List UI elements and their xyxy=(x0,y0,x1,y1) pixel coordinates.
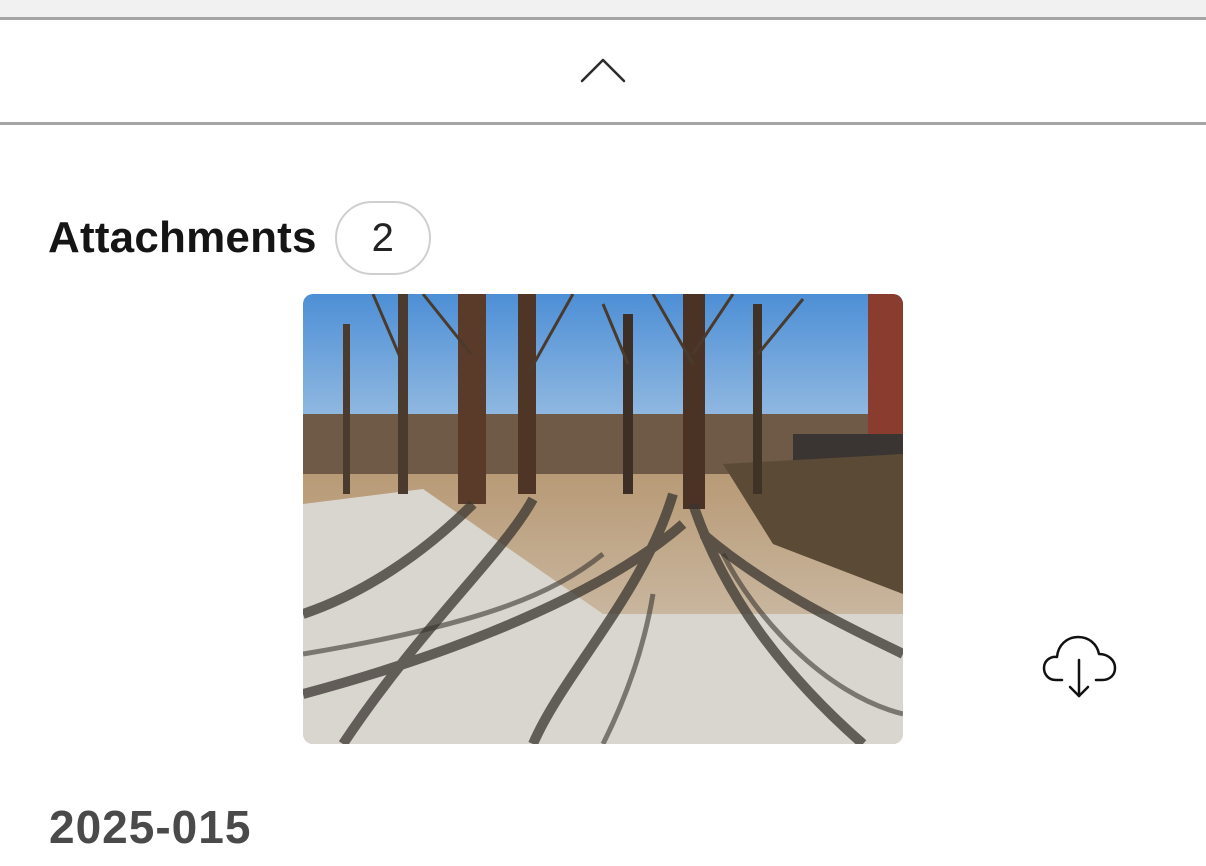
collapse-button[interactable] xyxy=(573,45,633,95)
download-button[interactable] xyxy=(1040,628,1120,702)
photo-image xyxy=(303,294,903,744)
attachments-header: Attachments 2 xyxy=(48,198,431,278)
attachments-count-badge: 2 xyxy=(334,201,431,275)
cloud-download-icon xyxy=(1042,635,1117,698)
collapse-bar xyxy=(0,20,1206,125)
chevron-up-icon xyxy=(580,58,626,83)
attachments-title: Attachments xyxy=(48,213,317,262)
top-strip xyxy=(0,0,1206,20)
record-id: 2025-015 xyxy=(49,801,252,853)
attachment-thumbnail[interactable] xyxy=(303,294,903,744)
